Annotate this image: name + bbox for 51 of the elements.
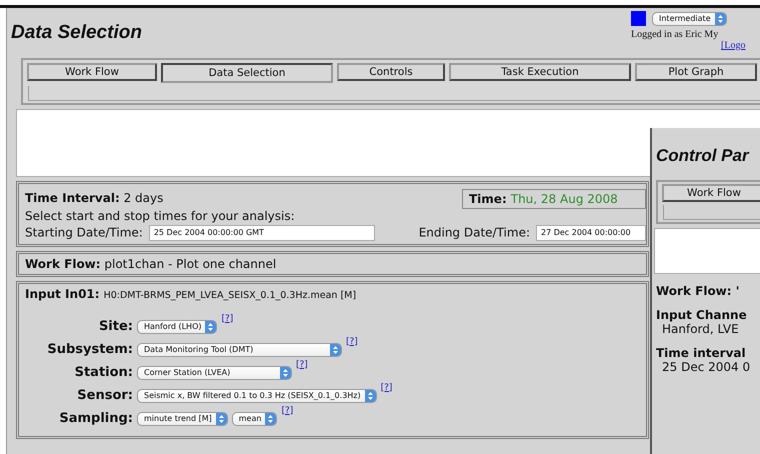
time-interval: Time Interval: 2 days [25,191,164,205]
stepper-icon [205,320,216,332]
dropdown[interactable]: Corner Station (LVEA) [137,366,292,380]
input-field[interactable]: 27 Dec 2004 00:00:00 [536,225,646,241]
stepper-icon [364,390,376,402]
tab[interactable]: Work Flow [27,63,157,81]
help-link[interactable]: [?] [221,314,234,324]
dropdown[interactable]: Intermediate [652,12,727,26]
window-title: Data Selection [11,22,142,44]
panel-title: Control Par [656,146,750,166]
tab[interactable]: Plot Graph [635,63,757,81]
dropdown[interactable]: Data Monitoring Tool (DMT) [137,342,342,356]
field-label: Starting Date/Time: [25,225,143,240]
section-heading: Input Channe [656,308,748,322]
dropdown[interactable]: Hanford (LHO) [137,320,218,334]
color-swatch [631,11,646,26]
section-value: Hanford, LVE [662,322,740,336]
tab[interactable]: Task Execution [449,63,631,81]
input-label: Input In01: [25,287,100,301]
stepper-icon [330,344,341,356]
field-label: Sensor: [76,388,133,403]
workflow-text: Work Flow: plot1chan - Plot one channel [25,257,276,271]
section-value: 25 Dec 2004 0 [662,360,752,374]
help-link[interactable]: [?] [281,406,294,416]
help-link[interactable]: [?] [380,382,392,392]
field-label: Station: [74,365,133,380]
stepper-icon [280,366,291,378]
help-link[interactable]: [?] [346,336,358,346]
clock-label: Time: [469,192,507,206]
field-label: Sampling: [58,411,133,426]
section-heading: Time interval [656,346,747,360]
instruction-text: Select start and stop times for your analysis: [25,209,296,223]
dropdown[interactable]: mean [232,412,278,426]
field-label: Site: [98,319,133,334]
help-link[interactable]: [?] [296,360,308,370]
stepper-icon [265,412,276,424]
tab[interactable]: Data Selection [161,63,333,83]
stepper-icon [714,12,726,24]
login-text: Logged in as Eric My [631,29,718,40]
dropdown[interactable]: Seismic x, BW filtered 0.1 to 0.3 Hz (SEISX_0.1_0.3Hz) [137,388,377,402]
clock-value: Thu, 28 Aug 2008 [510,192,618,206]
channel-name: H0:DMT-BRMS_PEM_LVEA_SEISX_0.1_0.3Hz.mean [M] [104,290,356,301]
field-label: Ending Date/Time: [418,225,530,240]
input-field[interactable]: 25 Dec 2004 00:00:00 GMT [148,225,375,241]
dropdown[interactable]: minute trend [M] [137,412,228,426]
tab[interactable]: Work Flow [662,184,760,202]
field-label: Subsystem: [46,342,133,357]
section-heading: Work Flow: ' [656,284,740,298]
tab[interactable]: Controls [337,63,445,81]
logout-link[interactable]: [Logo [721,40,746,51]
stepper-icon [216,412,227,424]
